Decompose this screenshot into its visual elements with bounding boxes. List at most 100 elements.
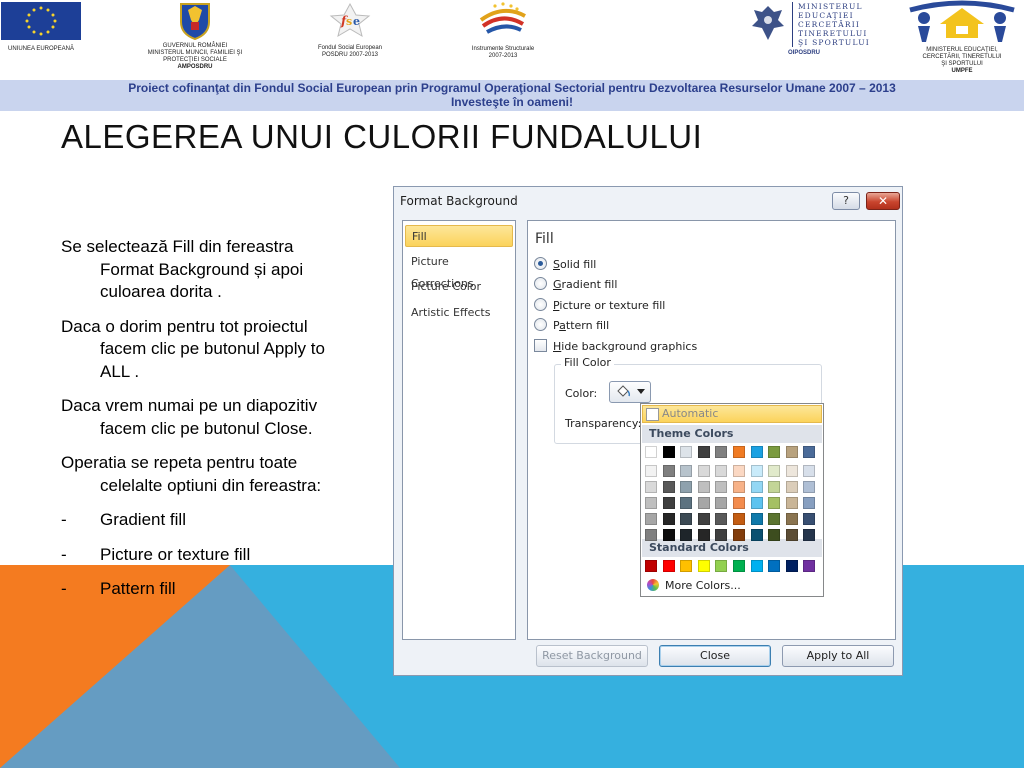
theme-color-swatch[interactable] <box>785 446 798 458</box>
theme-shade-swatch[interactable] <box>768 497 781 509</box>
theme-color-swatch[interactable] <box>697 446 710 458</box>
umpfe-subcaption: UMPFE <box>951 68 973 74</box>
theme-shade-swatch[interactable] <box>697 481 710 493</box>
option-hotkey: a <box>559 319 566 332</box>
theme-color-swatch[interactable] <box>768 446 781 458</box>
theme-shade-swatch[interactable] <box>785 481 798 493</box>
standard-color-swatch[interactable] <box>680 560 693 572</box>
theme-shade-swatch[interactable] <box>715 513 728 525</box>
standard-color-swatch[interactable] <box>733 560 745 572</box>
theme-shade-swatch[interactable] <box>680 513 693 525</box>
radio-selected-icon[interactable] <box>534 257 547 270</box>
help-button[interactable]: ? <box>832 192 860 210</box>
color-picker-button[interactable] <box>609 381 651 403</box>
more-colors-label: More Colors... <box>665 579 741 592</box>
reset-background-button[interactable]: Reset Background <box>536 645 648 667</box>
theme-shade-swatch[interactable] <box>750 529 763 541</box>
theme-shade-swatch[interactable] <box>715 529 728 541</box>
theme-shade-swatch[interactable] <box>680 497 693 509</box>
theme-color-swatch[interactable] <box>803 446 816 458</box>
apply-to-all-button[interactable]: Apply to All <box>782 645 894 667</box>
pattern-fill-radio[interactable]: Pattern fill <box>534 318 609 334</box>
theme-color-swatch[interactable] <box>662 446 675 458</box>
radio-icon[interactable] <box>534 298 547 311</box>
theme-shade-swatch[interactable] <box>733 465 745 477</box>
theme-shade-swatch[interactable] <box>662 529 675 541</box>
theme-color-swatch[interactable] <box>750 446 763 458</box>
theme-shade-swatch[interactable] <box>645 513 657 525</box>
theme-shade-swatch[interactable] <box>803 529 816 541</box>
close-button[interactable]: Close <box>659 645 771 667</box>
theme-shade-swatch[interactable] <box>785 497 798 509</box>
theme-shade-swatch[interactable] <box>662 481 675 493</box>
theme-shade-swatch[interactable] <box>768 465 781 477</box>
standard-color-swatch[interactable] <box>697 560 710 572</box>
theme-shade-swatch[interactable] <box>733 481 745 493</box>
theme-color-swatch[interactable] <box>645 446 657 458</box>
dialog-title: Format Background <box>400 194 518 208</box>
standard-color-swatch[interactable] <box>785 560 798 572</box>
theme-shade-swatch[interactable] <box>680 481 693 493</box>
ministry-caption: OIPOSDRU <box>788 50 821 56</box>
bullet-text: Pattern fill <box>100 579 176 598</box>
theme-shade-swatch[interactable] <box>697 497 710 509</box>
standard-color-swatch[interactable] <box>662 560 675 572</box>
theme-shade-swatch[interactable] <box>662 497 675 509</box>
theme-shade-swatch[interactable] <box>785 465 798 477</box>
nav-item-picture-corrections[interactable]: Picture Corrections <box>405 251 513 290</box>
theme-color-swatch[interactable] <box>680 446 693 458</box>
theme-shade-swatch[interactable] <box>733 529 745 541</box>
theme-shade-swatch[interactable] <box>662 513 675 525</box>
gradient-fill-radio[interactable]: Gradient fill <box>534 277 617 293</box>
theme-shade-swatch[interactable] <box>803 513 816 525</box>
standard-color-swatch[interactable] <box>750 560 763 572</box>
theme-shade-swatch[interactable] <box>803 465 816 477</box>
standard-colors-heading: Standard Colors <box>642 539 822 557</box>
picture-texture-fill-radio[interactable]: Picture or texture fill <box>534 298 665 314</box>
radio-icon[interactable] <box>534 318 547 331</box>
theme-shade-swatch[interactable] <box>715 465 728 477</box>
hide-background-graphics-checkbox[interactable]: Hide background graphics <box>534 339 697 355</box>
checkbox-icon[interactable] <box>534 339 547 352</box>
theme-shade-swatch[interactable] <box>803 497 816 509</box>
automatic-color-option[interactable]: Automatic <box>642 405 822 423</box>
theme-shade-swatch[interactable] <box>750 481 763 493</box>
theme-shade-swatch[interactable] <box>662 465 675 477</box>
theme-shade-swatch[interactable] <box>697 513 710 525</box>
theme-shade-swatch[interactable] <box>768 529 781 541</box>
more-colors-option[interactable]: More Colors... <box>647 579 741 592</box>
theme-shade-swatch[interactable] <box>750 465 763 477</box>
theme-shade-swatch[interactable] <box>768 513 781 525</box>
theme-shade-swatch[interactable] <box>697 465 710 477</box>
radio-icon[interactable] <box>534 277 547 290</box>
theme-shade-swatch[interactable] <box>645 529 657 541</box>
theme-shade-swatch[interactable] <box>785 529 798 541</box>
nav-item-artistic-effects[interactable]: Artistic Effects <box>405 302 513 324</box>
theme-shade-swatch[interactable] <box>803 481 816 493</box>
theme-shade-swatch[interactable] <box>768 481 781 493</box>
theme-shade-swatch[interactable] <box>645 465 657 477</box>
solid-fill-radio[interactable]: Solid fill <box>534 257 596 273</box>
theme-color-swatch[interactable] <box>715 446 728 458</box>
standard-color-swatch[interactable] <box>803 560 816 572</box>
close-icon[interactable]: ✕ <box>866 192 900 210</box>
standard-color-swatch[interactable] <box>645 560 657 572</box>
palette-icon <box>647 579 659 591</box>
theme-shade-swatch[interactable] <box>715 497 728 509</box>
standard-color-swatch[interactable] <box>715 560 728 572</box>
theme-color-swatch[interactable] <box>733 446 745 458</box>
theme-shade-swatch[interactable] <box>750 513 763 525</box>
theme-shade-swatch[interactable] <box>645 481 657 493</box>
nav-item-fill[interactable]: Fill <box>405 225 513 247</box>
theme-shade-swatch[interactable] <box>733 513 745 525</box>
theme-shade-swatch[interactable] <box>733 497 745 509</box>
theme-shade-swatch[interactable] <box>680 465 693 477</box>
standard-color-swatch[interactable] <box>768 560 781 572</box>
theme-shade-swatch[interactable] <box>645 497 657 509</box>
theme-shade-swatch[interactable] <box>715 481 728 493</box>
theme-shade-swatch[interactable] <box>697 529 710 541</box>
theme-shade-swatch[interactable] <box>785 513 798 525</box>
theme-shade-swatch[interactable] <box>680 529 693 541</box>
theme-shade-swatch[interactable] <box>750 497 763 509</box>
nav-item-picture-color[interactable]: Picture Color <box>405 276 513 298</box>
